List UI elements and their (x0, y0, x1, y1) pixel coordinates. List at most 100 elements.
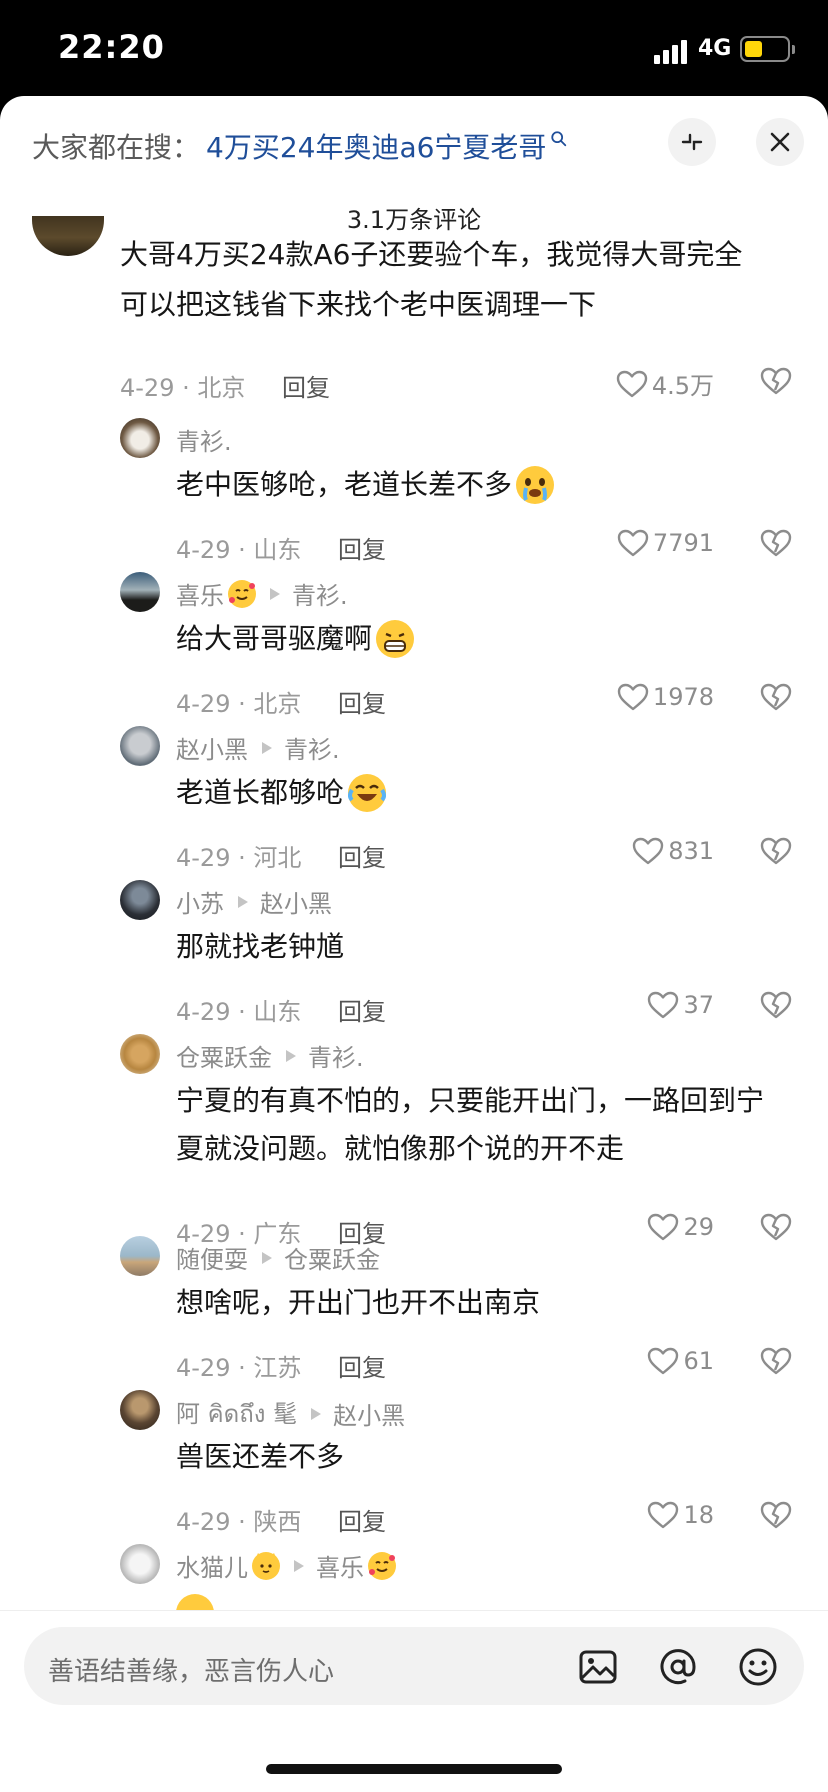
play-arrow-icon (262, 1251, 272, 1264)
dislike-icon[interactable] (760, 1212, 792, 1242)
play-arrow-icon (262, 741, 272, 754)
dislike-icon[interactable] (760, 682, 792, 712)
comment-date-location: 4-29 · 北京 (120, 374, 246, 402)
like-button[interactable]: 831 (632, 836, 714, 866)
comment-list: 大哥4万买24款A6子还要验个车，我觉得大哥完全 可以把这钱省下来找个老中医调理… (0, 216, 828, 1706)
comment-date-location: 4-29 · 江苏 (176, 1354, 302, 1382)
dislike-icon[interactable] (760, 528, 792, 558)
image-icon[interactable] (578, 1647, 618, 1687)
like-button[interactable]: 37 (647, 990, 714, 1020)
search-prefix: 大家都在搜： (32, 131, 201, 164)
comment-text-line2: 夏就没问题。就怕像那个说的开不走 (176, 1132, 625, 1165)
home-indicator[interactable] (266, 1764, 562, 1774)
comment-input[interactable]: 善语结善缘，恶言伤人心 (24, 1627, 804, 1705)
heart-icon (648, 1501, 679, 1529)
heart-icon (617, 529, 649, 557)
like-count: 29 (683, 1213, 714, 1241)
comment-text: 给大哥哥驱魔啊 (176, 614, 415, 664)
avatar[interactable] (120, 1034, 160, 1074)
reply-button[interactable]: 回复 (338, 1502, 386, 1537)
comment-username[interactable]: 喜乐 青衫. (176, 576, 348, 611)
close-icon (770, 132, 790, 152)
reply-button[interactable]: 回复 (338, 1348, 386, 1383)
play-arrow-icon (270, 587, 280, 600)
dislike-icon[interactable] (760, 1346, 792, 1376)
like-button[interactable]: 1978 (617, 682, 714, 712)
mention-icon[interactable] (658, 1647, 698, 1687)
play-arrow-icon (238, 895, 248, 908)
comment-username[interactable]: 阿 คิดถึง 髦 赵小黑 (176, 1394, 405, 1433)
comment-username[interactable]: 赵小黑 青衫. (176, 730, 340, 765)
like-button[interactable]: 61 (647, 1346, 714, 1376)
search-query[interactable]: 4万买24年奥迪a6宁夏老哥 (206, 126, 546, 166)
play-arrow-icon (286, 1049, 296, 1062)
heart-icon (632, 837, 664, 865)
emoji-icon[interactable] (738, 1647, 778, 1687)
heart-icon (648, 1347, 679, 1375)
comment-date-location: 4-29 · 北京 (176, 690, 302, 718)
like-count: 7791 (652, 529, 714, 557)
reply-button[interactable]: 回复 (338, 684, 386, 719)
laugh-cry-emoji-icon (348, 774, 387, 812)
avatar[interactable] (120, 572, 160, 612)
comment-username[interactable]: 青衫. (176, 422, 232, 457)
battery-icon (740, 36, 795, 62)
close-button[interactable] (756, 118, 804, 166)
status-bar: 22:20 4G (0, 0, 828, 96)
dislike-icon[interactable] (760, 366, 792, 396)
status-time: 22:20 (58, 28, 165, 66)
avatar[interactable] (120, 880, 160, 920)
reply-button[interactable]: 回复 (338, 838, 386, 873)
comment-date-location: 4-29 · 山东 (176, 998, 302, 1026)
dislike-icon[interactable] (760, 836, 792, 866)
avatar[interactable] (120, 1390, 160, 1430)
comment-text: 宁夏的有真不怕的，只要能开出门，一路回到宁 (176, 1084, 765, 1117)
reply-button[interactable]: 回复 (282, 368, 330, 403)
search-icon (551, 131, 567, 147)
comment-text: 老中医够呛，老道长差不多 (176, 460, 555, 510)
heart-icon (617, 683, 649, 711)
comment-date-location: 4-29 · 河北 (176, 844, 302, 872)
avatar[interactable] (120, 1544, 160, 1584)
like-count: 61 (683, 1347, 714, 1375)
comment-username[interactable]: 水猫儿 喜乐 (176, 1548, 396, 1583)
collapse-button[interactable] (668, 118, 716, 166)
grimace-emoji-icon (376, 620, 415, 658)
play-arrow-icon (294, 1559, 304, 1572)
hearts-emoji-icon (228, 579, 256, 608)
avatar[interactable] (120, 1236, 160, 1276)
crying-emoji-icon (516, 466, 555, 504)
comments-sheet: 大家都在搜： 4万买24年奥迪a6宁夏老哥 3.1万条评论 大哥4万买24款A6… (0, 96, 828, 1792)
like-count: 18 (683, 1501, 714, 1529)
search-suggestion[interactable]: 大家都在搜： 4万买24年奥迪a6宁夏老哥 (32, 124, 652, 168)
heart-icon (616, 370, 648, 397)
comment-text: 老道长都够呛 (176, 768, 387, 818)
signal-icon (654, 38, 688, 64)
comment-text: 想啥呢，开出门也开不出南京 (176, 1286, 541, 1319)
comment-text: 大哥4万买24款A6子还要验个车，我觉得大哥完全 (120, 238, 743, 271)
avatar[interactable] (120, 418, 160, 458)
like-button[interactable]: 18 (647, 1500, 714, 1530)
reply-button[interactable]: 回复 (338, 530, 386, 565)
input-placeholder: 善语结善缘，恶言伤人心 (48, 1657, 335, 1687)
dislike-icon[interactable] (760, 1500, 792, 1530)
comment-username[interactable]: 仓粟跃金 青衫. (176, 1038, 364, 1073)
comment-username[interactable]: 随便耍 仓粟跃金 (176, 1240, 380, 1275)
dislike-icon[interactable] (760, 990, 792, 1020)
like-button[interactable]: 7791 (617, 528, 714, 558)
reply-button[interactable]: 回复 (338, 992, 386, 1027)
comment-username[interactable]: 小苏 赵小黑 (176, 884, 332, 919)
like-button[interactable]: 29 (647, 1212, 714, 1242)
comment-text: 那就找老钟馗 (176, 930, 345, 963)
network-label: 4G (698, 36, 732, 61)
comment-date-location: 4-29 · 山东 (176, 536, 302, 564)
avatar[interactable] (32, 216, 104, 256)
comment-date-location: 4-29 · 陕西 (176, 1508, 302, 1536)
collapse-icon (681, 133, 703, 151)
like-button[interactable]: 4.5万 (616, 366, 714, 401)
like-count: 1978 (652, 683, 714, 711)
like-count: 37 (683, 991, 714, 1019)
avatar[interactable] (120, 726, 160, 766)
cat-emoji-icon (252, 1551, 280, 1580)
hearts-emoji-icon (368, 1551, 396, 1580)
